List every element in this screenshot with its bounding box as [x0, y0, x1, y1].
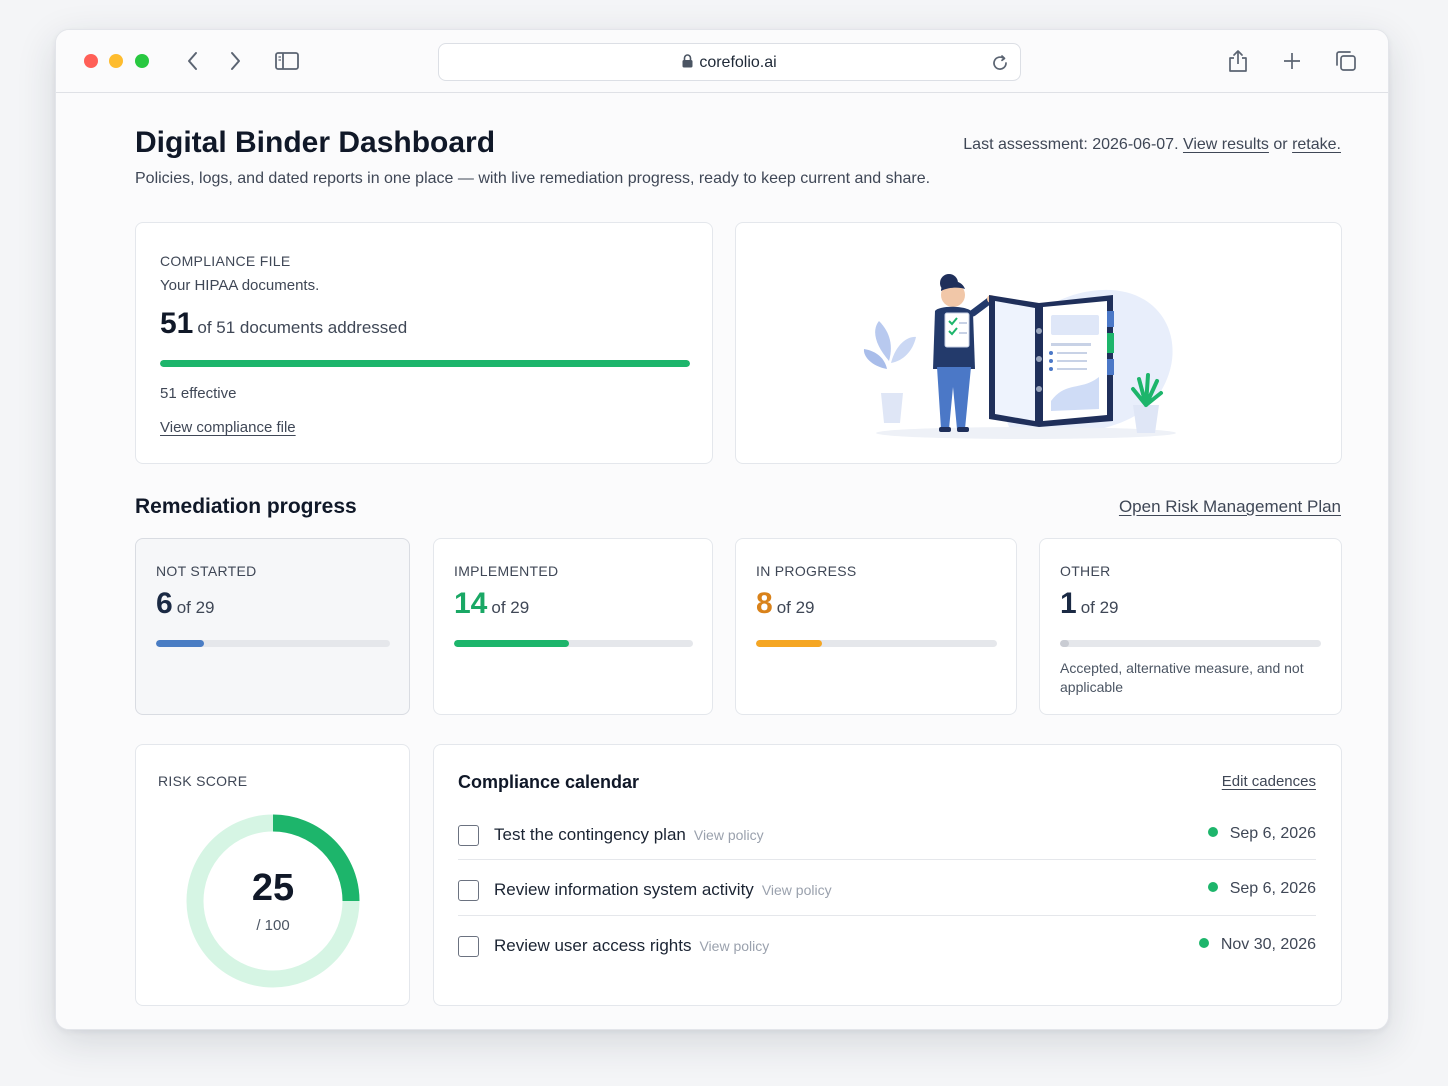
task-checkbox[interactable]	[458, 825, 479, 846]
remediation-card-value: 1	[1060, 587, 1077, 620]
reload-icon[interactable]	[990, 53, 1010, 73]
view-results-link[interactable]: View results	[1183, 136, 1269, 153]
view-policy-link[interactable]: View policy	[762, 882, 832, 898]
remediation-progress-bar	[454, 640, 693, 647]
status-dot	[1207, 827, 1218, 837]
remediation-card-label: OTHER	[1060, 563, 1111, 579]
page-title: Digital Binder Dashboard	[135, 126, 496, 159]
calendar-item: Review user access rights View policy Nov…	[458, 922, 1316, 978]
compliance-file-card: COMPLIANCE FILE Your HIPAA documents. 51…	[135, 222, 713, 464]
task-name: Review user access rights	[494, 936, 692, 955]
task-due-date: Sep 6, 2026	[1207, 880, 1316, 898]
task-title: Review information system activity View p…	[494, 880, 832, 900]
back-arrow-icon[interactable]	[182, 50, 204, 72]
other-note: Accepted, alternative measure, and not a…	[1060, 660, 1304, 695]
remediation-card-not-started[interactable]: NOT STARTED 6 of 29	[135, 538, 410, 715]
calendar-title: Compliance calendar	[458, 772, 640, 792]
task-title: Test the contingency plan View policy	[494, 825, 764, 845]
address-bar[interactable]: corefolio.ai	[438, 43, 1021, 81]
remediation-card-label: IMPLEMENTED	[454, 563, 559, 579]
status-dot	[1198, 938, 1209, 948]
remediation-progress-fill	[1060, 640, 1069, 647]
effective-count: 51 effective	[160, 385, 237, 402]
compliance-progress-bar	[160, 360, 690, 367]
minimize-window-button[interactable]	[109, 54, 123, 68]
task-date: Sep 6, 2026	[1229, 825, 1316, 842]
retake-link[interactable]: retake.	[1292, 136, 1341, 153]
compliance-progress-fill	[160, 360, 690, 367]
documents-count-text: of 51 documents addressed	[197, 318, 408, 337]
remediation-card-count: 1 of 29	[1060, 587, 1119, 621]
row-divider	[458, 915, 1316, 916]
remediation-card-of: of 29	[1080, 598, 1119, 617]
open-risk-plan-link[interactable]: Open Risk Management Plan	[1119, 497, 1341, 517]
remediation-progress-fill	[756, 640, 823, 647]
view-policy-link[interactable]: View policy	[699, 938, 769, 954]
status-dot	[1207, 882, 1218, 892]
remediation-card-label: NOT STARTED	[156, 563, 257, 579]
task-due-date: Sep 6, 2026	[1207, 825, 1316, 843]
url-text: corefolio.ai	[699, 54, 777, 71]
remediation-card-other[interactable]: OTHER 1 of 29 Accepted, alternative measu…	[1039, 538, 1342, 715]
risk-score-out-of: / 100	[256, 917, 290, 934]
remediation-progress-bar	[156, 640, 390, 647]
remediation-card-of: of 29	[776, 598, 815, 617]
remediation-card-value: 14	[454, 587, 488, 620]
illustration-card	[735, 222, 1342, 464]
task-checkbox[interactable]	[458, 880, 479, 901]
close-window-button[interactable]	[84, 54, 98, 68]
page-content: Digital Binder Dashboard Policies, logs,…	[56, 94, 1388, 1029]
assessment-date: Last assessment: 2026-06-07.	[963, 136, 1179, 153]
risk-score-label: RISK SCORE	[158, 773, 248, 789]
remediation-progress-fill	[454, 640, 570, 647]
remediation-card-of: of 29	[491, 598, 530, 617]
browser-toolbar: corefolio.ai	[56, 30, 1388, 93]
remediation-card-in-progress[interactable]: IN PROGRESS 8 of 29	[735, 538, 1017, 715]
task-name: Test the contingency plan	[494, 825, 686, 844]
binder-illustration	[863, 274, 1176, 439]
task-checkbox[interactable]	[458, 936, 479, 957]
task-date: Sep 6, 2026	[1229, 880, 1316, 897]
compliance-file-sub: Your HIPAA documents.	[160, 277, 320, 294]
remediation-card-of: of 29	[176, 598, 215, 617]
edit-cadences-link[interactable]: Edit cadences	[1222, 773, 1316, 790]
remediation-card-count: 6 of 29	[156, 587, 215, 621]
sidebar-toggle-icon[interactable]	[274, 50, 300, 72]
row-divider	[458, 859, 1316, 860]
new-tab-plus-icon[interactable]	[1281, 50, 1303, 72]
share-icon[interactable]	[1226, 48, 1250, 74]
risk-score-value: 25	[251, 867, 295, 909]
task-title: Review user access rights View policy	[494, 936, 769, 956]
task-name: Review information system activity	[494, 880, 754, 899]
task-date: Nov 30, 2026	[1220, 936, 1316, 953]
assessment-or: or	[1273, 136, 1288, 153]
compliance-file-label: COMPLIANCE FILE	[160, 253, 291, 269]
remediation-card-implemented[interactable]: IMPLEMENTED 14 of 29	[433, 538, 713, 715]
compliance-calendar-card: Compliance calendar Edit cadences Test t…	[433, 744, 1342, 1006]
tab-overview-icon[interactable]	[1334, 49, 1358, 73]
remediation-card-value: 8	[756, 587, 773, 620]
remediation-card-label: IN PROGRESS	[756, 563, 857, 579]
browser-window: corefolio.ai Digital Binder Dashboard Po…	[55, 29, 1389, 1030]
zoom-window-button[interactable]	[135, 54, 149, 68]
lock-icon	[682, 54, 693, 68]
forward-arrow-icon[interactable]	[224, 50, 246, 72]
remediation-progress-bar	[1060, 640, 1321, 647]
task-due-date: Nov 30, 2026	[1198, 936, 1316, 954]
documents-count-value: 51	[160, 307, 194, 340]
remediation-card-count: 8 of 29	[756, 587, 815, 621]
documents-count: 51 of 51 documents addressed	[160, 307, 407, 341]
remediation-progress-fill	[156, 640, 205, 647]
remediation-card-count: 14 of 29	[454, 587, 529, 621]
remediation-card-value: 6	[156, 587, 173, 620]
view-policy-link[interactable]: View policy	[694, 827, 764, 843]
url-display: corefolio.ai	[439, 54, 1020, 72]
remediation-title: Remediation progress	[135, 495, 357, 518]
calendar-item: Review information system activity View p…	[458, 866, 1316, 922]
remediation-progress-bar	[756, 640, 997, 647]
view-compliance-file-link[interactable]: View compliance file	[160, 419, 296, 436]
assessment-info: Last assessment: 2026-06-07. View result…	[963, 136, 1341, 154]
risk-score-card: RISK SCORE 25 / 100	[135, 744, 410, 1006]
page-subtitle: Policies, logs, and dated reports in one…	[135, 170, 931, 187]
